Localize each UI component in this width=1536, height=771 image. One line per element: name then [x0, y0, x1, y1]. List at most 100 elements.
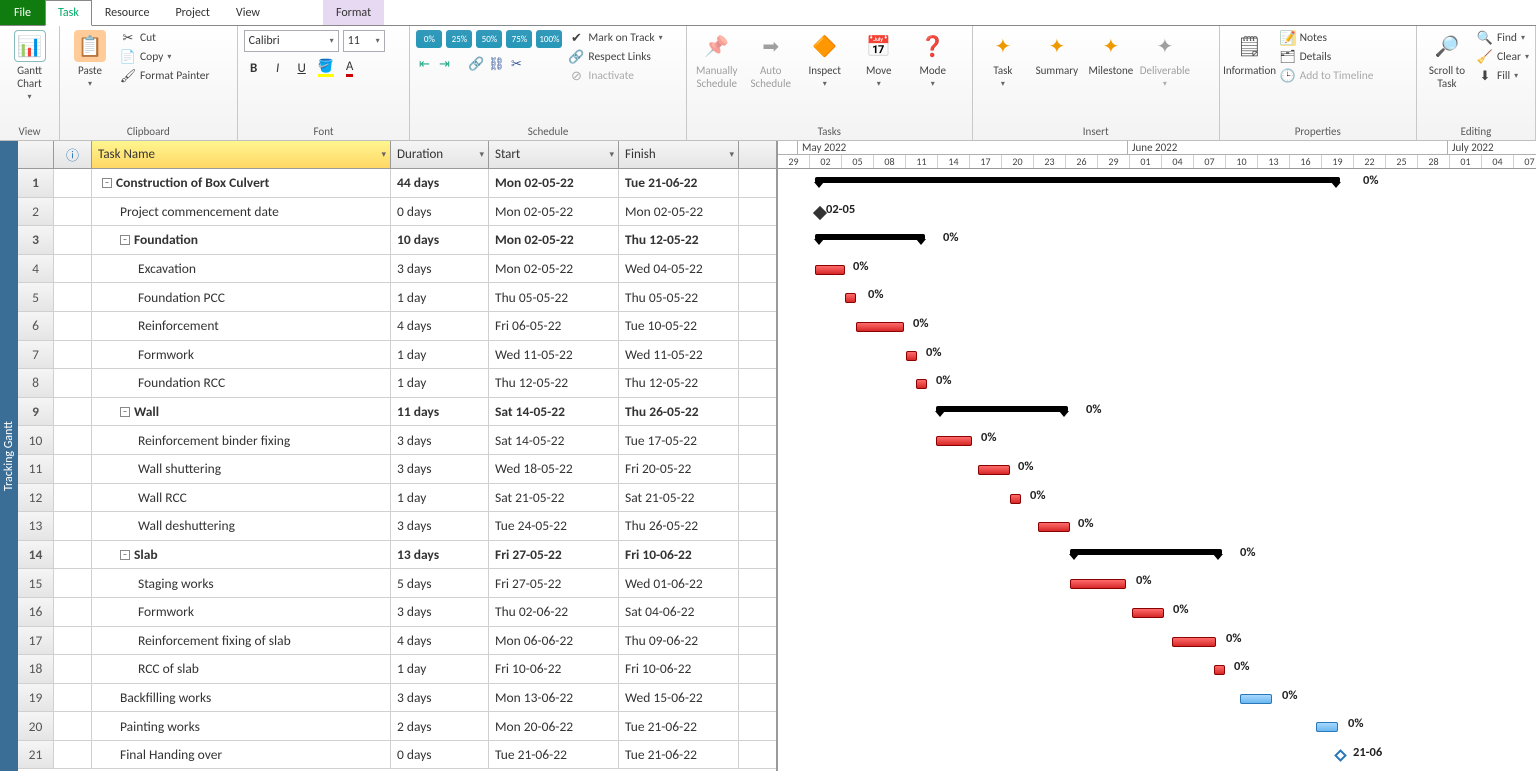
- cell-duration[interactable]: 11 days: [391, 398, 489, 426]
- summary-bar[interactable]: [1070, 549, 1222, 555]
- task-bar[interactable]: [936, 436, 972, 446]
- cell-finish[interactable]: Tue 21-06-22: [619, 169, 739, 197]
- cell-finish[interactable]: Sat 21-05-22: [619, 484, 739, 512]
- cell-finish[interactable]: Sat 04-06-22: [619, 598, 739, 626]
- table-row[interactable]: 17Reinforcement fixing of slab4 daysMon …: [18, 627, 776, 656]
- table-row[interactable]: 8Foundation RCC1 dayThu 12-05-22Thu 12-0…: [18, 369, 776, 398]
- cell-task-name[interactable]: −Foundation: [92, 226, 391, 254]
- cell-duration[interactable]: 2 days: [391, 712, 489, 740]
- row-number[interactable]: 20: [18, 712, 54, 740]
- cell-finish[interactable]: Thu 09-06-22: [619, 627, 739, 655]
- cell-duration[interactable]: 3 days: [391, 512, 489, 540]
- cell-task-name[interactable]: −Construction of Box Culvert: [92, 169, 391, 197]
- cell-task-name[interactable]: Wall shuttering: [92, 455, 391, 483]
- table-row[interactable]: 13Wall deshuttering3 daysTue 24-05-22Thu…: [18, 512, 776, 541]
- cell-start[interactable]: Mon 06-06-22: [489, 627, 619, 655]
- scroll-to-task-button[interactable]: 🔎Scroll to Task: [1423, 30, 1471, 90]
- cell-start[interactable]: Mon 20-06-22: [489, 712, 619, 740]
- task-bar[interactable]: [1010, 494, 1021, 504]
- table-row[interactable]: 7Formwork1 dayWed 11-05-22Wed 11-05-22: [18, 341, 776, 370]
- copy-button[interactable]: 📄Copy ▾: [120, 49, 209, 65]
- pct-75-button[interactable]: 75%: [506, 30, 532, 48]
- cell-duration[interactable]: 1 day: [391, 655, 489, 683]
- row-number[interactable]: 11: [18, 455, 54, 483]
- summary-bar[interactable]: [815, 177, 1340, 183]
- menu-view[interactable]: View: [223, 0, 273, 25]
- pct-50-button[interactable]: 50%: [476, 30, 502, 48]
- summary-bar[interactable]: [815, 234, 925, 240]
- cell-task-name[interactable]: Reinforcement fixing of slab: [92, 627, 391, 655]
- cell-start[interactable]: Tue 21-06-22: [489, 741, 619, 769]
- cell-task-name[interactable]: Wall RCC: [92, 484, 391, 512]
- cell-task-name[interactable]: −Slab: [92, 541, 391, 569]
- task-bar[interactable]: [856, 322, 904, 332]
- cell-task-name[interactable]: Staging works: [92, 569, 391, 597]
- select-all[interactable]: [18, 141, 54, 168]
- cell-start[interactable]: Fri 27-05-22: [489, 541, 619, 569]
- cell-finish[interactable]: Wed 15-06-22: [619, 684, 739, 712]
- paste-button[interactable]: 📋Paste▾: [66, 30, 114, 89]
- table-row[interactable]: 11Wall shuttering3 daysWed 18-05-22Fri 2…: [18, 455, 776, 484]
- cell-start[interactable]: Fri 10-06-22: [489, 655, 619, 683]
- cell-task-name[interactable]: Formwork: [92, 598, 391, 626]
- cell-start[interactable]: Sat 14-05-22: [489, 426, 619, 454]
- row-number[interactable]: 14: [18, 541, 54, 569]
- table-row[interactable]: 9−Wall11 daysSat 14-05-22Thu 26-05-22: [18, 398, 776, 427]
- cell-task-name[interactable]: Project commencement date: [92, 198, 391, 226]
- cell-start[interactable]: Thu 02-06-22: [489, 598, 619, 626]
- cell-finish[interactable]: Thu 05-05-22: [619, 283, 739, 311]
- cell-task-name[interactable]: Excavation: [92, 255, 391, 283]
- cell-finish[interactable]: Tue 21-06-22: [619, 741, 739, 769]
- task-bar[interactable]: [978, 465, 1010, 475]
- task-bar[interactable]: [1070, 579, 1126, 589]
- gantt-chart[interactable]: May 2022 June 2022 July 2022 29020508111…: [778, 141, 1536, 771]
- menu-resource[interactable]: Resource: [92, 0, 163, 25]
- table-row[interactable]: 20 Painting works2 daysMon 20-06-22Tue 21…: [18, 712, 776, 741]
- indent-icon[interactable]: ⇥: [436, 56, 452, 72]
- cell-duration[interactable]: 4 days: [391, 312, 489, 340]
- cell-finish[interactable]: Fri 20-05-22: [619, 455, 739, 483]
- cell-start[interactable]: Mon 02-05-22: [489, 169, 619, 197]
- table-row[interactable]: 15Staging works5 daysFri 27-05-22Wed 01-…: [18, 569, 776, 598]
- table-row[interactable]: 1−Construction of Box Culvert44 daysMon …: [18, 169, 776, 198]
- menu-format[interactable]: Format: [323, 0, 384, 25]
- row-number[interactable]: 10: [18, 426, 54, 454]
- milestone-marker[interactable]: [1334, 749, 1347, 762]
- cell-start[interactable]: Fri 06-05-22: [489, 312, 619, 340]
- col-start[interactable]: Start▾: [489, 141, 619, 168]
- collapse-toggle[interactable]: −: [120, 235, 130, 245]
- row-number[interactable]: 1: [18, 169, 54, 197]
- cell-finish[interactable]: Wed 01-06-22: [619, 569, 739, 597]
- milestone-button[interactable]: ✦Milestone: [1087, 30, 1135, 77]
- collapse-toggle[interactable]: −: [120, 550, 130, 560]
- cell-start[interactable]: Sat 21-05-22: [489, 484, 619, 512]
- row-number[interactable]: 21: [18, 741, 54, 769]
- cell-finish[interactable]: Thu 26-05-22: [619, 398, 739, 426]
- row-number[interactable]: 18: [18, 655, 54, 683]
- cell-duration[interactable]: 10 days: [391, 226, 489, 254]
- menu-file[interactable]: File: [0, 0, 45, 25]
- cell-finish[interactable]: Fri 10-06-22: [619, 541, 739, 569]
- task-bar[interactable]: [1132, 608, 1164, 618]
- table-row[interactable]: 2Project commencement date0 daysMon 02-0…: [18, 198, 776, 227]
- cell-start[interactable]: Tue 24-05-22: [489, 512, 619, 540]
- table-row[interactable]: 6Reinforcement4 daysFri 06-05-22Tue 10-0…: [18, 312, 776, 341]
- cell-finish[interactable]: Wed 04-05-22: [619, 255, 739, 283]
- task-bar[interactable]: [1240, 694, 1272, 704]
- row-number[interactable]: 12: [18, 484, 54, 512]
- clear-button[interactable]: 🧹Clear ▾: [1477, 49, 1529, 65]
- row-number[interactable]: 7: [18, 341, 54, 369]
- table-row[interactable]: 5Foundation PCC1 dayThu 05-05-22Thu 05-0…: [18, 283, 776, 312]
- row-number[interactable]: 16: [18, 598, 54, 626]
- cell-task-name[interactable]: Painting works: [92, 712, 391, 740]
- information-button[interactable]: 🗒Information: [1226, 30, 1274, 77]
- row-number[interactable]: 8: [18, 369, 54, 397]
- table-row[interactable]: 4Excavation3 daysMon 02-05-22Wed 04-05-2…: [18, 255, 776, 284]
- collapse-toggle[interactable]: −: [102, 178, 112, 188]
- col-finish[interactable]: Finish▾: [619, 141, 739, 168]
- move-button[interactable]: 📅Move▾: [855, 30, 903, 89]
- collapse-toggle[interactable]: −: [120, 407, 130, 417]
- mode-button[interactable]: ❓Mode▾: [909, 30, 957, 89]
- cell-finish[interactable]: Tue 21-06-22: [619, 712, 739, 740]
- bold-button[interactable]: B: [244, 58, 264, 78]
